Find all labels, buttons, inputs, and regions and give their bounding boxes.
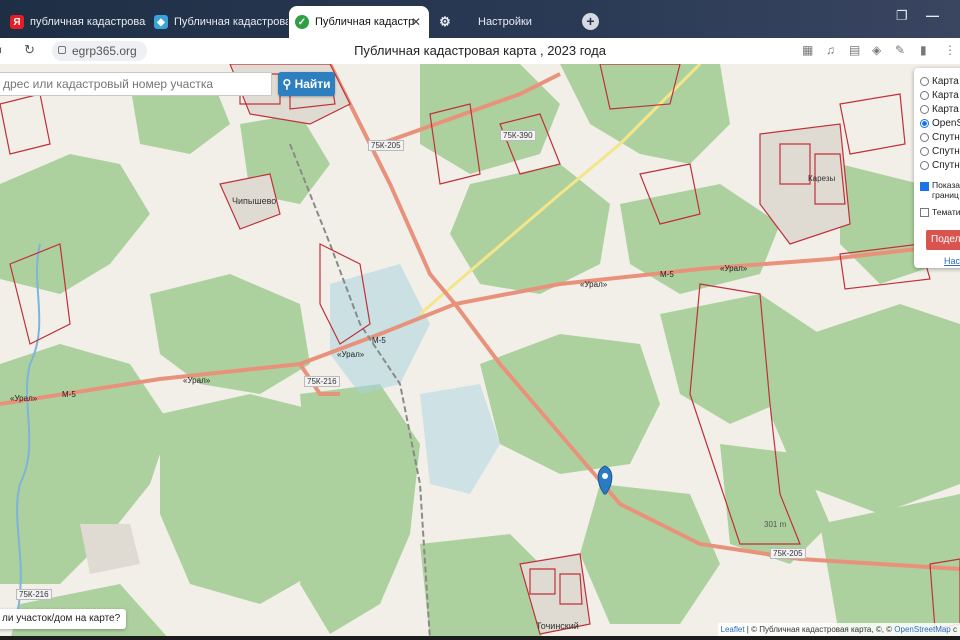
extensions-icon[interactable]: ▦	[802, 43, 813, 57]
road-label: 75К-205	[368, 140, 404, 151]
layers-panel: Карта Карта Карта OpenS Спутн Спутн Спут…	[914, 68, 960, 268]
layer-option[interactable]: Карта	[920, 104, 959, 115]
tab-cadastral-1[interactable]: ◆ Публичная кадастровая к	[148, 6, 288, 38]
pin-icon[interactable]: ✎	[895, 43, 905, 57]
show-borders-option[interactable]: Показа границ	[920, 180, 960, 200]
attribution-tail: c	[950, 625, 957, 634]
tab-label: Публичная кадастровая	[315, 16, 415, 28]
back-icon[interactable]: ◐	[0, 42, 5, 57]
hint-banner[interactable]: ли участок/дом на карте?	[0, 609, 127, 629]
layer-label: Карта	[932, 90, 959, 101]
lock-icon	[58, 46, 66, 54]
leaflet-link[interactable]: Leaflet	[721, 625, 745, 634]
attribution-text: | © Публичная кадастровая карта, ©, ©	[744, 625, 895, 634]
minimize-icon[interactable]: —	[926, 8, 939, 23]
map-view[interactable]: 75К-205 75К-205 75К-216 75К-216 75К-390 …	[0, 64, 960, 640]
show-borders-line1: Показа	[932, 180, 960, 190]
radio-button[interactable]	[920, 133, 929, 142]
layer-option[interactable]: OpenS	[920, 118, 960, 129]
radio-button[interactable]	[920, 161, 929, 170]
layer-option[interactable]: Карта	[920, 76, 959, 87]
map-attribution: Leaflet | © Публичная кадастровая карта,…	[717, 623, 960, 636]
road-label: «Урал»	[183, 376, 211, 385]
menu-icon[interactable]: ⋮	[944, 43, 956, 57]
headphones-icon[interactable]: ♫	[826, 43, 835, 57]
new-tab-button[interactable]: +	[582, 13, 599, 30]
layer-label: Спутн	[932, 160, 960, 171]
gear-icon: ⚙	[439, 14, 451, 29]
map-site-icon: ◆	[154, 15, 168, 29]
layer-label: Карта	[932, 76, 959, 87]
tab-label: Настройки	[478, 16, 532, 28]
tab-bar: Я публичная кадастровая к ◆ Публичная ка…	[0, 0, 960, 38]
layer-option[interactable]: Спутн	[920, 160, 960, 171]
road-label: «Урал»	[720, 264, 748, 273]
road-label: М-5	[372, 336, 386, 345]
thematic-label: Темати	[932, 207, 960, 217]
checkbox-checked[interactable]	[920, 182, 929, 191]
osm-link[interactable]: OpenStreetMap	[894, 625, 950, 634]
radio-button[interactable]	[920, 147, 929, 156]
thematic-option[interactable]: Темати	[920, 207, 960, 217]
show-borders-line2: границ	[932, 190, 959, 200]
radio-button[interactable]	[920, 105, 929, 114]
place-label: Карезы	[808, 174, 836, 183]
close-icon[interactable]: ✕	[411, 15, 421, 29]
settings-link[interactable]: Наст	[944, 256, 960, 266]
tab-label: Публичная кадастровая к	[174, 16, 288, 28]
road-label: М-5	[62, 390, 76, 399]
road-label: «Урал»	[10, 394, 38, 403]
radio-button[interactable]	[920, 91, 929, 100]
taskbar	[0, 636, 960, 640]
road-label: 75К-205	[770, 548, 806, 559]
layer-label: OpenS	[932, 118, 960, 129]
road-label: «Урал»	[580, 280, 608, 289]
check-circle-icon: ✓	[295, 15, 309, 29]
layer-option[interactable]: Спутн	[920, 146, 960, 157]
road-label: М-5	[660, 270, 674, 279]
tab-label: публичная кадастровая к	[30, 16, 146, 28]
layer-label: Спутн	[932, 146, 960, 157]
url-text: egrp365.org	[72, 44, 137, 58]
place-label: Чипышево	[232, 196, 277, 206]
bookmark-icon[interactable]: ▮	[920, 43, 927, 57]
reader-icon[interactable]: ▤	[849, 43, 860, 57]
reload-icon[interactable]: ↻	[24, 42, 35, 58]
browser-toolbar: ◐ ↻ egrp365.org Публичная кадастровая ка…	[0, 38, 960, 65]
yandex-icon: Я	[10, 15, 24, 29]
find-button[interactable]: ⚲ Найти	[278, 72, 335, 96]
find-button-label: Найти	[294, 77, 331, 91]
bookmarks-icon[interactable]: ❐	[896, 8, 908, 24]
radio-button-selected[interactable]	[920, 119, 929, 128]
place-label: Точинский	[536, 621, 579, 631]
tab-cadastral-active[interactable]: ✓ Публичная кадастровая ✕	[289, 6, 429, 38]
layer-option[interactable]: Карта	[920, 90, 959, 101]
layer-label: Спутн	[932, 132, 960, 143]
share-button[interactable]: Подел	[926, 230, 960, 250]
place-label: 301 m	[764, 520, 787, 529]
show-borders-label: Показа границ	[932, 180, 960, 200]
layer-option[interactable]: Спутн	[920, 132, 960, 143]
road-label: «Урал»	[337, 350, 365, 359]
tab-settings[interactable]: ⚙ Настройки	[432, 6, 562, 38]
road-label: 75К-216	[16, 589, 52, 600]
road-label: 75К-390	[500, 130, 536, 141]
search-input[interactable]	[0, 72, 272, 96]
address-bar[interactable]: egrp365.org	[52, 41, 147, 61]
road-label: 75К-216	[304, 376, 340, 387]
map-canvas[interactable]	[0, 64, 960, 640]
translate-icon[interactable]: ◈	[872, 43, 881, 57]
checkbox[interactable]	[920, 207, 929, 217]
layer-label: Карта	[932, 104, 959, 115]
search-icon: ⚲	[282, 77, 295, 91]
radio-button[interactable]	[920, 77, 929, 86]
tab-yandex[interactable]: Я публичная кадастровая к	[4, 6, 146, 38]
